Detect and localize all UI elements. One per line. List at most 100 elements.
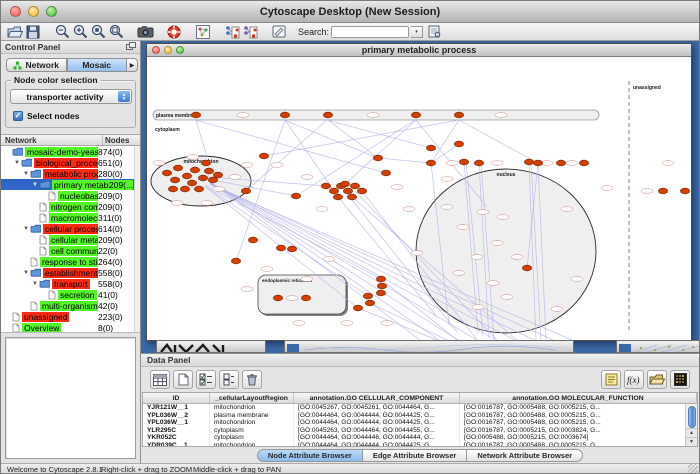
tree-col-network[interactable]: Network	[1, 135, 103, 145]
select-nodes-checkbox[interactable]: ✓	[13, 111, 23, 121]
matrix-icon[interactable]	[670, 370, 690, 389]
tab-overflow-arrow[interactable]: ▶	[127, 58, 138, 72]
tree-row[interactable]: macromolecule...311(0)	[1, 212, 140, 223]
column-header[interactable]: annotation.GO CELLULAR_COMPONENT	[294, 393, 460, 403]
column-header[interactable]: annotation.GO MOLECULAR_FUNCTION	[460, 393, 697, 403]
network-node[interactable]	[353, 305, 362, 311]
table-row[interactable]: YPL036W__1mitochondrion[GO:0044464, GO:0…	[143, 419, 697, 427]
tab-network[interactable]: Network	[6, 58, 67, 72]
import-attributes-icon[interactable]	[647, 370, 667, 389]
network-node[interactable]	[579, 160, 588, 166]
save-session-icon[interactable]	[24, 24, 42, 40]
expand-arrow-icon[interactable]: ▼	[31, 182, 39, 188]
network-node[interactable]	[522, 265, 531, 271]
float-panel-icon[interactable]	[126, 42, 136, 52]
network-node[interactable]	[201, 160, 210, 166]
network-node[interactable]	[426, 145, 435, 151]
network-node[interactable]	[333, 194, 342, 200]
network-canvas[interactable]: plasma membranecytoplasmmitochondrionnuc…	[147, 57, 691, 340]
network-node[interactable]	[204, 168, 213, 174]
snapshot-icon[interactable]	[136, 24, 154, 40]
tree-row[interactable]: nitrogen compo...209(0)	[1, 201, 140, 212]
network-node[interactable]	[213, 172, 222, 178]
network-node[interactable]	[321, 183, 330, 189]
filter-icon[interactable]	[241, 24, 259, 40]
tree-row[interactable]: cell communicat...22(0)	[1, 245, 140, 256]
region-nucleus[interactable]	[416, 169, 596, 333]
network-node[interactable]	[173, 165, 182, 171]
zoom-out-icon[interactable]	[53, 24, 71, 40]
network-node[interactable]	[376, 276, 385, 282]
expand-arrow-icon[interactable]: ▼	[22, 270, 30, 276]
network-view-titlebar[interactable]: primary metabolic process	[147, 44, 691, 57]
network-edge[interactable]	[246, 120, 327, 191]
network-node[interactable]	[411, 112, 420, 118]
column-header[interactable]: _cellularLayoutRegion	[210, 393, 294, 403]
zoom-selected-icon[interactable]	[89, 24, 107, 40]
zoom-in-icon[interactable]	[71, 24, 89, 40]
network-overview-icon[interactable]	[194, 24, 212, 40]
tab-mosaic[interactable]: Mosaic	[67, 58, 128, 72]
network-edge[interactable]	[328, 120, 378, 158]
new-attribute-icon[interactable]	[173, 370, 193, 389]
vizmapper-icon[interactable]	[223, 24, 241, 40]
table-row[interactable]: YKR052Ccytoplasm[GO:0044464, GO:0044446,…	[143, 434, 697, 442]
network-node[interactable]	[287, 246, 296, 252]
tree-row[interactable]: cellular metabo...209(0)	[1, 234, 140, 245]
network-node[interactable]	[168, 186, 177, 192]
zoom-fit-icon[interactable]	[107, 24, 125, 40]
network-node[interactable]	[556, 160, 565, 166]
tree-row[interactable]: Overview8(0)	[1, 322, 140, 333]
network-node[interactable]	[658, 188, 667, 194]
network-node[interactable]	[182, 173, 191, 179]
scrollbar-thumb[interactable]	[688, 406, 696, 428]
search-config-icon[interactable]	[425, 24, 443, 40]
network-node[interactable]	[241, 188, 250, 194]
tab-edge-attribute-browser[interactable]: Edge Attribute Browser	[363, 449, 467, 462]
resize-grip[interactable]	[688, 464, 698, 474]
table-row[interactable]: YDR039C__1mitochondrion[GO:0044464, GO:0…	[143, 442, 697, 447]
network-node[interactable]	[459, 159, 468, 165]
network-node[interactable]	[454, 112, 463, 118]
tree-row[interactable]: secretion41(0)	[1, 289, 140, 300]
minimized-window-1[interactable]	[156, 340, 266, 353]
network-node[interactable]	[301, 295, 310, 301]
network-node[interactable]	[365, 300, 374, 306]
network-node[interactable]	[323, 112, 332, 118]
network-node[interactable]	[376, 290, 385, 296]
network-node[interactable]	[363, 293, 372, 299]
network-node[interactable]	[347, 194, 356, 200]
tree-scrollbar[interactable]	[134, 146, 140, 332]
network-node[interactable]	[187, 180, 196, 186]
column-header[interactable]: ID	[143, 393, 210, 403]
network-node[interactable]	[162, 170, 171, 176]
delete-attribute-icon[interactable]	[242, 370, 262, 389]
network-node[interactable]	[373, 155, 382, 161]
search-dropdown-button[interactable]: ▾	[411, 26, 423, 38]
network-edge[interactable]	[378, 158, 431, 163]
tree-row[interactable]: ▼transport558(0)	[1, 278, 140, 289]
expand-arrow-icon[interactable]: ▼	[13, 160, 21, 166]
network-node[interactable]	[454, 141, 463, 147]
network-node[interactable]	[474, 160, 483, 166]
network-node[interactable]	[248, 237, 257, 243]
tree-row[interactable]: ▼cellular process614(0)	[1, 223, 140, 234]
minimized-window-3[interactable]	[616, 340, 699, 353]
close-button[interactable]	[10, 6, 21, 17]
annotation-icon[interactable]	[270, 24, 288, 40]
network-node[interactable]	[680, 188, 689, 194]
network-node[interactable]	[280, 112, 289, 118]
birdseye-view[interactable]	[5, 337, 136, 459]
tree-col-nodes[interactable]: Nodes	[103, 135, 140, 145]
node-color-dropdown[interactable]: transporter activity ▲▼	[10, 89, 132, 104]
table-scrollbar[interactable]: ▲ ▼	[685, 404, 697, 446]
expand-arrow-icon[interactable]: ▼	[22, 226, 30, 232]
attribute-table-header[interactable]: ID_cellularLayoutRegionannotation.GO CEL…	[143, 393, 697, 404]
unselect-attributes-icon[interactable]	[219, 370, 239, 389]
expand-arrow-icon[interactable]: ▼	[22, 171, 30, 177]
network-edge[interactable]	[358, 308, 437, 340]
network-node[interactable]	[524, 159, 533, 165]
network-node[interactable]	[276, 245, 285, 251]
network-edge[interactable]	[459, 120, 538, 163]
tab-network-attribute-browser[interactable]: Network Attribute Browser	[467, 449, 583, 462]
